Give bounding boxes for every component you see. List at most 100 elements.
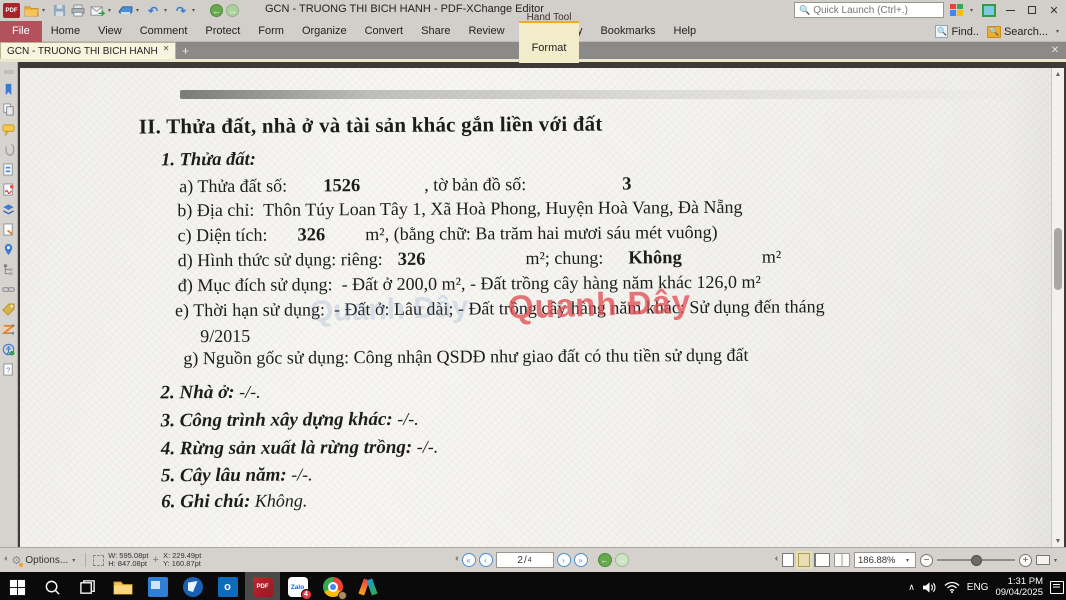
single-page-layout-icon[interactable]: [782, 553, 794, 567]
tab-share[interactable]: Share: [412, 21, 459, 42]
tab-convert[interactable]: Convert: [356, 21, 413, 42]
form-fields-pane-icon[interactable]: [2, 162, 16, 176]
quick-launch-box[interactable]: 🔍: [794, 2, 944, 18]
action-center-icon[interactable]: [1050, 581, 1064, 594]
undo-icon[interactable]: ↶: [145, 3, 161, 18]
document-properties-pane-icon[interactable]: ?: [2, 362, 16, 376]
sidebar-collapse-handle[interactable]: [4, 70, 14, 74]
chrome-button[interactable]: [315, 572, 350, 600]
accessibility-pane-icon[interactable]: [2, 342, 16, 356]
tab-close-icon[interactable]: ✕: [163, 44, 170, 53]
zoom-slider-thumb[interactable]: [971, 555, 982, 566]
redo-icon[interactable]: ↷: [173, 3, 189, 18]
zoom-level-select[interactable]: 186.88%▾: [854, 552, 916, 568]
zalo-button[interactable]: Zalo4: [280, 572, 315, 600]
taskbar-search-button[interactable]: [35, 572, 70, 600]
document-pane-close-icon[interactable]: ✕: [1048, 43, 1062, 57]
tab-view[interactable]: View: [89, 21, 131, 42]
language-indicator[interactable]: ENG: [967, 582, 989, 593]
customize-ui-dropdown[interactable]: ▾: [970, 7, 976, 14]
nav-collapse[interactable]: ⏴: [455, 556, 459, 564]
layers-pane-icon[interactable]: [2, 202, 16, 216]
save-icon[interactable]: [51, 3, 67, 18]
launch-applications-icon[interactable]: [982, 4, 996, 17]
next-view-button[interactable]: →: [615, 553, 629, 567]
scroll-down-icon[interactable]: ▼: [1055, 535, 1062, 547]
document-tab-active[interactable]: GCN - TRUONG THI BICH HANH ✕: [0, 42, 176, 59]
document-viewport[interactable]: II. Thửa đất, nhà ở và tài sản khác gắn …: [18, 62, 1066, 547]
maximize-button[interactable]: [1024, 3, 1040, 17]
search-button[interactable]: 🔍Search...: [987, 26, 1048, 38]
outlook-button[interactable]: o: [210, 572, 245, 600]
hidden-icons-chevron[interactable]: ∧: [908, 582, 915, 593]
options-dropdown[interactable]: ▾: [72, 557, 78, 564]
find-button[interactable]: 🔍Find..: [935, 25, 979, 38]
browser-blue-app-button[interactable]: [175, 572, 210, 600]
tab-protect[interactable]: Protect: [196, 21, 249, 42]
named-destinations-pane-icon[interactable]: [2, 322, 16, 336]
taskbar-clock[interactable]: 1:31 PM09/04/2025: [995, 576, 1043, 598]
email-icon[interactable]: [89, 3, 105, 18]
statusbar-collapse-left[interactable]: ⏴: [4, 556, 8, 564]
destinations-pane-icon[interactable]: [2, 242, 16, 256]
volume-icon[interactable]: [922, 581, 937, 594]
undo-dropdown[interactable]: ▾: [164, 7, 170, 14]
statusbar-overflow-chevron[interactable]: ▾: [1054, 557, 1060, 564]
page-number-field[interactable]: 2/4: [496, 552, 554, 568]
page-view-mode-icon[interactable]: [1036, 555, 1050, 565]
next-page-button[interactable]: ›: [557, 553, 571, 567]
tab-comment[interactable]: Comment: [131, 21, 197, 42]
page-thumbnails-pane-icon[interactable]: [2, 102, 16, 116]
two-page-layout-icon[interactable]: [814, 553, 830, 567]
start-button[interactable]: [0, 572, 35, 600]
v-app-button[interactable]: [350, 572, 385, 600]
structure-pane-icon[interactable]: [2, 262, 16, 276]
bookmarks-pane-icon[interactable]: [2, 82, 16, 96]
previous-view-button[interactable]: ←: [598, 553, 612, 567]
open-file-icon[interactable]: [23, 3, 39, 18]
tab-form[interactable]: Form: [249, 21, 293, 42]
comments-pane-icon[interactable]: [2, 122, 16, 136]
links-pane-icon[interactable]: [2, 282, 16, 296]
new-tab-button[interactable]: +: [176, 42, 194, 59]
first-page-button[interactable]: «: [462, 553, 476, 567]
redo-dropdown[interactable]: ▾: [192, 7, 198, 14]
tab-help[interactable]: Help: [665, 21, 706, 42]
close-button[interactable]: ✕: [1046, 3, 1062, 17]
ribbon-overflow-chevron[interactable]: ▾: [1056, 28, 1062, 35]
content-pane-icon[interactable]: [2, 222, 16, 236]
navigate-back-icon[interactable]: ←: [210, 4, 223, 17]
multi-page-layout-icon[interactable]: [834, 553, 850, 567]
signatures-pane-icon[interactable]: [2, 182, 16, 196]
vertical-scrollbar[interactable]: ▲ ▼: [1051, 68, 1064, 547]
minimize-button[interactable]: [1002, 3, 1018, 17]
scrollbar-thumb[interactable]: [1054, 228, 1062, 290]
attachments-pane-icon[interactable]: [2, 142, 16, 156]
scroll-up-icon[interactable]: ▲: [1055, 68, 1062, 80]
contextual-tab-format[interactable]: Hand Tool Format: [519, 21, 579, 63]
tab-organize[interactable]: Organize: [293, 21, 356, 42]
print-icon[interactable]: [70, 3, 86, 18]
task-view-button[interactable]: [70, 572, 105, 600]
tab-file[interactable]: File: [0, 21, 42, 42]
tab-review[interactable]: Review: [459, 21, 513, 42]
tab-format[interactable]: Format: [532, 42, 567, 54]
file-explorer-button[interactable]: [105, 572, 140, 600]
zoom-out-button[interactable]: −: [920, 554, 933, 567]
pdf-xchange-taskbar-button[interactable]: PDF: [245, 572, 280, 600]
navigate-forward-icon[interactable]: →: [226, 4, 239, 17]
tags-pane-icon[interactable]: [2, 302, 16, 316]
scanner-dropdown[interactable]: ▾: [136, 7, 142, 14]
continuous-layout-icon[interactable]: [798, 553, 810, 567]
zoom-in-button[interactable]: +: [1019, 554, 1032, 567]
layout-collapse[interactable]: ⏴: [775, 556, 779, 564]
photos-app-button[interactable]: [140, 572, 175, 600]
tab-bookmarks[interactable]: Bookmarks: [591, 21, 664, 42]
quick-launch-input[interactable]: [813, 5, 938, 16]
zoom-slider[interactable]: [937, 554, 1015, 567]
last-page-button[interactable]: »: [574, 553, 588, 567]
customize-ui-icon[interactable]: [950, 4, 964, 17]
previous-page-button[interactable]: ‹: [479, 553, 493, 567]
open-file-dropdown[interactable]: ▾: [42, 7, 48, 14]
email-dropdown[interactable]: ▾: [108, 7, 114, 14]
